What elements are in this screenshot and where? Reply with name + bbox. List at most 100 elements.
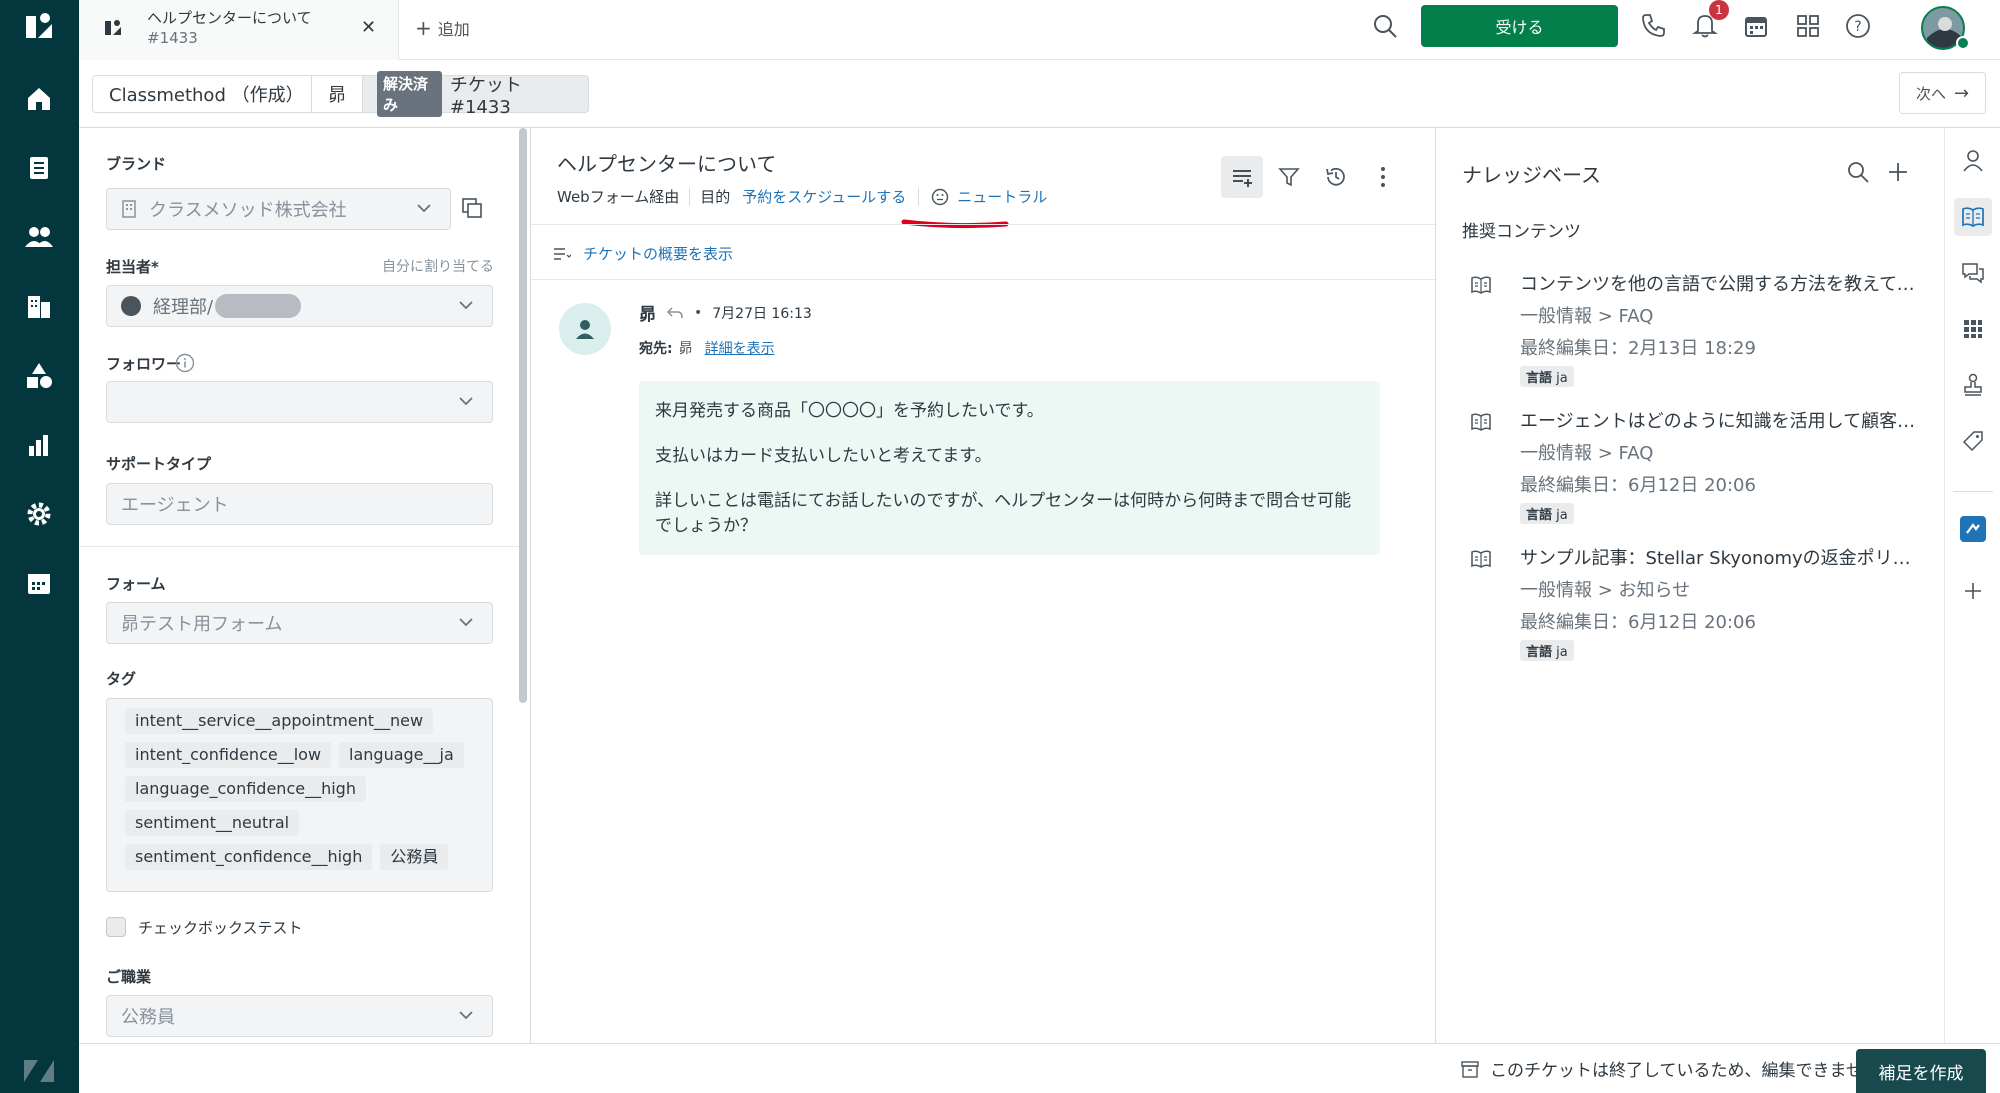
filter-icon[interactable]: [1268, 156, 1310, 198]
article-item[interactable]: エージェントはどのように知識を活用して顧客を支援で... 一般情報 > FAQ …: [1520, 407, 1970, 524]
status-badge: 解決済み: [377, 71, 442, 117]
tag-chip[interactable]: intent__service__appointment__new: [125, 708, 434, 734]
add-tab-button[interactable]: + 追加: [415, 16, 470, 40]
sentiment-value[interactable]: ニュートラル: [957, 186, 1047, 207]
calendar-icon[interactable]: [1743, 13, 1769, 39]
article-item[interactable]: サンプル記事：Stellar Skyonomyの返金ポリシー 一般情報 > お知…: [1520, 544, 1970, 661]
assignee-avatar: [121, 296, 141, 316]
show-summary-link[interactable]: チケットの概要を表示: [553, 243, 733, 264]
reporting-icon[interactable]: [20, 426, 58, 464]
tag-sparkle-icon[interactable]: [1954, 422, 1992, 460]
chevron-down-icon: [458, 1010, 474, 1020]
zendesk-z-icon[interactable]: [20, 1052, 58, 1090]
red-annotation-underline: [901, 216, 1011, 230]
add-article-icon[interactable]: [1886, 160, 1910, 184]
article-icon: [1470, 549, 1492, 569]
views-icon[interactable]: [20, 149, 58, 187]
brand-logo-icon: [103, 18, 123, 38]
article-path: 一般情報 > FAQ: [1520, 306, 1654, 327]
job-label: ご職業: [106, 968, 152, 986]
requester-avatar[interactable]: [559, 303, 611, 355]
chevron-down-icon: [458, 617, 474, 627]
stamp-icon[interactable]: [1954, 366, 1992, 404]
calendar-app-icon[interactable]: [20, 564, 58, 602]
tag-chip[interactable]: language__ja: [339, 742, 464, 768]
apps-icon[interactable]: [1954, 310, 1992, 348]
ticket-meta: Webフォーム経由 目的 予約をスケジュールする ニュートラル: [557, 186, 1047, 207]
info-icon[interactable]: [175, 353, 195, 373]
article-title[interactable]: サンプル記事：Stellar Skyonomyの返金ポリシー: [1520, 544, 1920, 570]
main-nav: [0, 0, 79, 1093]
assign-to-me-link[interactable]: 自分に割り当てる: [382, 256, 494, 276]
support-type-field[interactable]: エージェント: [106, 483, 493, 525]
job-select[interactable]: 公務員: [106, 995, 493, 1037]
job-value: 公務員: [121, 1007, 175, 1028]
show-details-link[interactable]: 詳細を表示: [705, 338, 775, 358]
home-icon[interactable]: [20, 80, 58, 118]
brand-select[interactable]: クラスメソッド株式会社: [106, 188, 451, 230]
recommended-label: 推奨コンテンツ: [1462, 222, 1581, 242]
arrow-right-icon: →: [1953, 82, 1970, 104]
search-icon[interactable]: [1372, 13, 1398, 39]
checkbox-test-label: チェックボックステスト: [138, 919, 303, 937]
reply-arrow-icon: [666, 306, 684, 320]
objects-icon[interactable]: [20, 357, 58, 395]
admin-gear-icon[interactable]: [20, 495, 58, 533]
zendesk-logo-icon[interactable]: [20, 8, 58, 46]
tag-chip[interactable]: sentiment__neutral: [125, 810, 300, 836]
ticket-footer: このチケットは終了しているため、編集できません 補足を作成: [79, 1043, 2000, 1093]
more-options-icon[interactable]: [1362, 156, 1404, 198]
ticket-tab[interactable]: ヘルプセンターについて #1433 ✕: [79, 0, 399, 60]
integration-app-icon[interactable]: [1954, 510, 1992, 548]
add-app-icon[interactable]: [1954, 572, 1992, 610]
article-edited: 最終編集日：6月12日 20:06: [1520, 475, 1756, 496]
brand-label: ブランド: [106, 155, 167, 173]
tag-chip[interactable]: sentiment_confidence__high: [125, 844, 373, 870]
article-title[interactable]: コンテンツを他の言語で公開する方法を教えてください...: [1520, 270, 1920, 296]
sender-name[interactable]: 昴: [639, 300, 656, 325]
form-value: 昴テスト用フォーム: [121, 614, 283, 635]
assignee-select[interactable]: 経理部/: [106, 285, 493, 327]
customer-context-icon[interactable]: [1954, 142, 1992, 180]
tag-chip[interactable]: intent_confidence__low: [125, 742, 332, 768]
purpose-value[interactable]: 予約をスケジュールする: [742, 186, 906, 207]
checkbox-test[interactable]: [106, 917, 126, 937]
help-icon[interactable]: ?: [1845, 13, 1871, 39]
left-panel-scrollbar[interactable]: [519, 128, 527, 703]
accept-button[interactable]: 受ける: [1421, 5, 1618, 47]
history-icon[interactable]: [1315, 156, 1357, 198]
article-title[interactable]: エージェントはどのように知識を活用して顧客を支援で...: [1520, 407, 1920, 433]
chat-bubbles-icon[interactable]: [1954, 254, 1992, 292]
channel-label: Webフォーム経由: [557, 188, 680, 206]
apps-grid-icon[interactable]: [1795, 13, 1821, 39]
form-select[interactable]: 昴テスト用フォーム: [106, 602, 493, 644]
ticket-title: ヘルプセンターについて: [557, 152, 777, 176]
tag-chip[interactable]: 公務員: [380, 844, 449, 870]
brand-value: クラスメソッド株式会社: [149, 200, 347, 221]
divider: [1953, 491, 1993, 492]
conversation-log-icon[interactable]: [1221, 156, 1263, 198]
knowledge-book-icon[interactable]: [1954, 198, 1992, 236]
next-ticket-button[interactable]: 次へ →: [1899, 72, 1986, 114]
breadcrumb-requester[interactable]: 昴: [311, 75, 363, 113]
phone-icon[interactable]: [1640, 12, 1666, 38]
search-icon[interactable]: [1846, 160, 1870, 184]
create-followup-button[interactable]: 補足を作成: [1856, 1049, 1986, 1093]
knowledge-panel: ナレッジベース 推奨コンテンツ コンテンツを他の言語で公開する方法を教えてくださ…: [1436, 128, 1944, 1043]
tag-chip[interactable]: language_confidence__high: [125, 776, 366, 802]
building-icon: [121, 200, 137, 218]
online-status-dot: [1956, 36, 1970, 50]
article-item[interactable]: コンテンツを他の言語で公開する方法を教えてください... 一般情報 > FAQ …: [1520, 270, 1970, 387]
copy-icon[interactable]: [460, 196, 484, 220]
purpose-label: 目的: [700, 188, 731, 206]
customers-icon[interactable]: [20, 218, 58, 256]
follower-select[interactable]: [106, 381, 493, 423]
tags-field[interactable]: intent__service__appointment__new intent…: [106, 698, 493, 892]
organizations-icon[interactable]: [20, 287, 58, 325]
breadcrumb-organization[interactable]: Classmethod （作成）: [92, 75, 312, 113]
to-label: 宛先:: [639, 341, 673, 357]
breadcrumb-ticket[interactable]: 解決済み チケット #1433: [362, 71, 589, 118]
message-line: 来月発売する商品「〇〇〇〇」を予約したいです。: [655, 401, 1044, 421]
chevron-down-icon: [458, 300, 474, 310]
close-tab-icon[interactable]: ✕: [361, 17, 376, 38]
